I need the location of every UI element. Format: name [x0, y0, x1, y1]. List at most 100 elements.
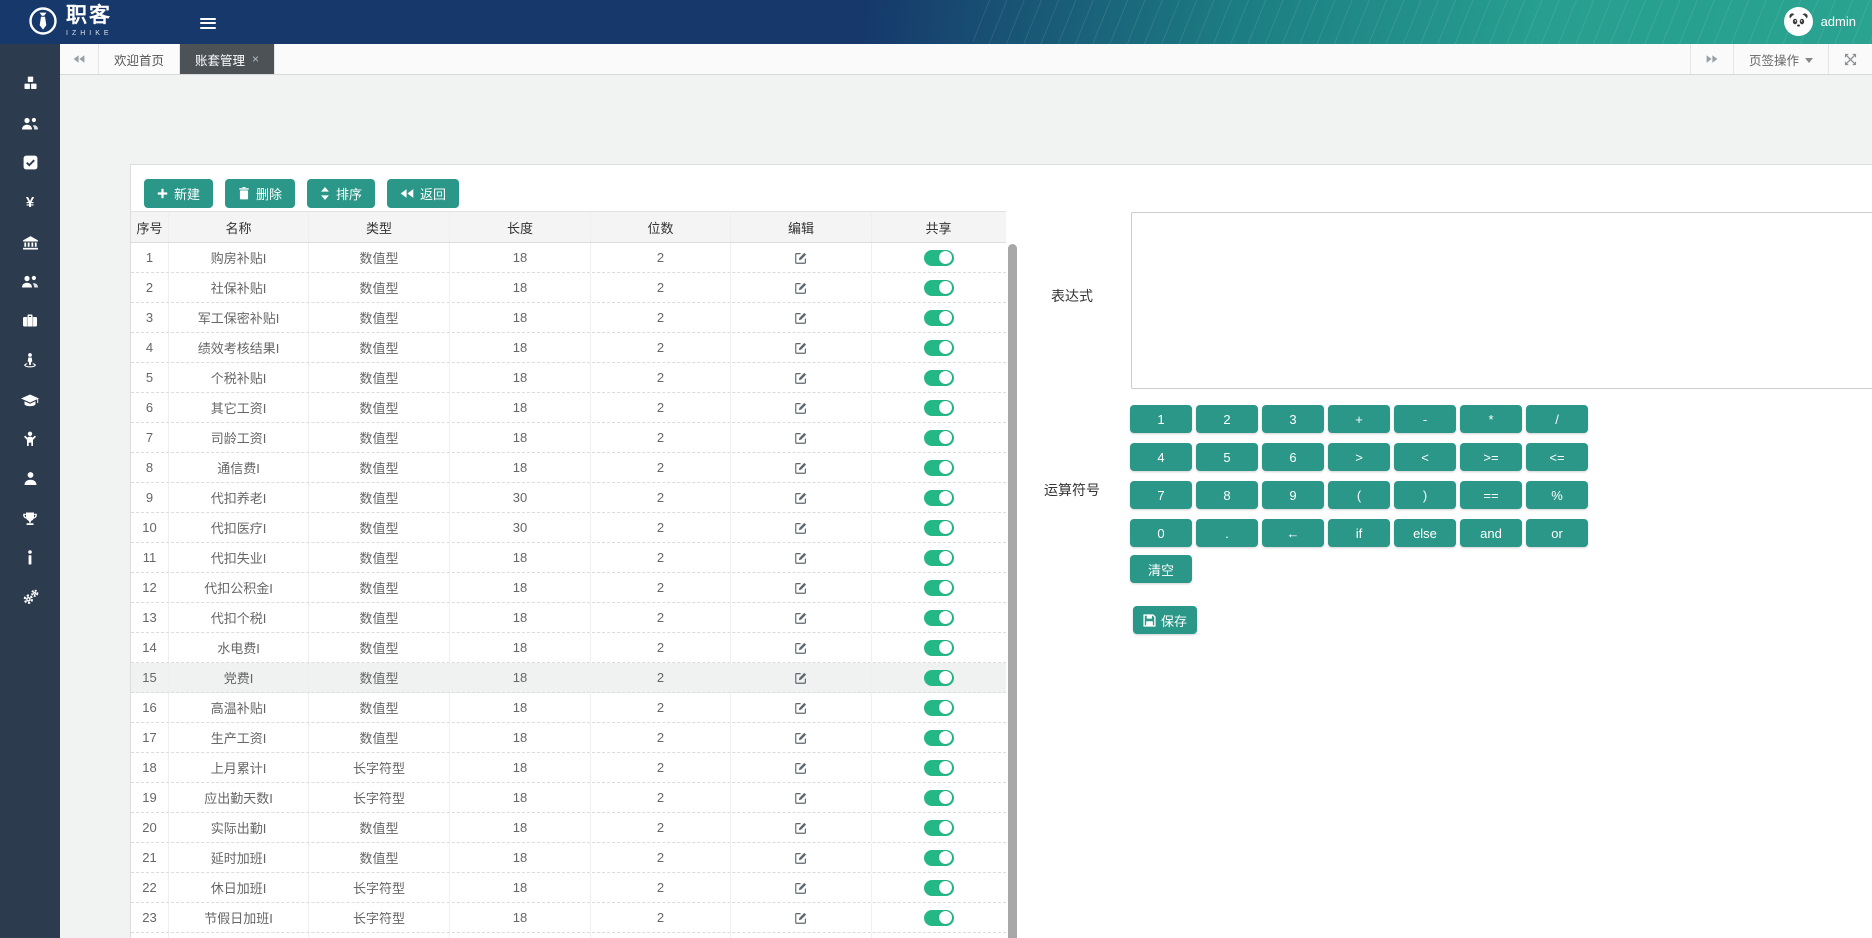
- table-row[interactable]: 9 代扣养老I 数值型 30 2: [131, 483, 1006, 513]
- share-toggle[interactable]: [924, 370, 954, 386]
- edit-row-button[interactable]: [792, 729, 810, 747]
- share-toggle[interactable]: [924, 460, 954, 476]
- share-toggle[interactable]: [924, 880, 954, 896]
- table-row[interactable]: 2 社保补贴I 数值型 18 2: [131, 273, 1006, 303]
- tab-welcome[interactable]: 欢迎首页: [99, 44, 180, 74]
- table-row[interactable]: 14 水电费I 数值型 18 2: [131, 633, 1006, 663]
- share-toggle[interactable]: [924, 820, 954, 836]
- operator-button[interactable]: 1: [1130, 405, 1192, 433]
- user-menu[interactable]: admin: [1784, 7, 1856, 36]
- operator-button[interactable]: +: [1328, 405, 1390, 433]
- edit-row-button[interactable]: [792, 759, 810, 777]
- operator-button[interactable]: 5: [1196, 443, 1258, 471]
- operator-button[interactable]: >=: [1460, 443, 1522, 471]
- table-row[interactable]: 18 上月累计I 长字符型 18 2: [131, 753, 1006, 783]
- edit-row-button[interactable]: [792, 399, 810, 417]
- clear-button[interactable]: 清空: [1130, 555, 1192, 583]
- edit-row-button[interactable]: [792, 669, 810, 687]
- share-toggle[interactable]: [924, 910, 954, 926]
- edit-row-button[interactable]: [792, 489, 810, 507]
- operator-button[interactable]: 4: [1130, 443, 1192, 471]
- operator-button[interactable]: 6: [1262, 443, 1324, 471]
- share-toggle[interactable]: [924, 520, 954, 536]
- edit-row-button[interactable]: [792, 279, 810, 297]
- sidebar-item-2[interactable]: [0, 104, 60, 144]
- edit-row-button[interactable]: [792, 639, 810, 657]
- operator-button[interactable]: -: [1394, 405, 1456, 433]
- tabs-scroll-left-button[interactable]: [60, 44, 99, 74]
- table-row[interactable]: 6 其它工资I 数值型 18 2: [131, 393, 1006, 423]
- share-toggle[interactable]: [924, 610, 954, 626]
- delete-button[interactable]: 删除: [225, 179, 295, 208]
- operator-button[interactable]: >: [1328, 443, 1390, 471]
- operator-button[interactable]: <=: [1526, 443, 1588, 471]
- sidebar-item-4[interactable]: ¥: [0, 183, 60, 223]
- table-row[interactable]: 1 购房补贴I 数值型 18 2: [131, 243, 1006, 273]
- operator-button[interactable]: *: [1460, 405, 1522, 433]
- edit-row-button[interactable]: [792, 519, 810, 537]
- sidebar-item-3[interactable]: [0, 143, 60, 183]
- sidebar-item-12[interactable]: [0, 499, 60, 539]
- edit-row-button[interactable]: [792, 849, 810, 867]
- sidebar-item-10[interactable]: [0, 420, 60, 460]
- operator-button[interactable]: else: [1394, 519, 1456, 547]
- operator-button[interactable]: ←: [1262, 519, 1324, 547]
- sidebar-item-5[interactable]: [0, 222, 60, 262]
- table-row[interactable]: 15 党费I 数值型 18 2: [131, 663, 1006, 693]
- operator-button[interactable]: if: [1328, 519, 1390, 547]
- operator-button[interactable]: 0: [1130, 519, 1192, 547]
- share-toggle[interactable]: [924, 310, 954, 326]
- share-toggle[interactable]: [924, 580, 954, 596]
- operator-button[interactable]: /: [1526, 405, 1588, 433]
- share-toggle[interactable]: [924, 790, 954, 806]
- share-toggle[interactable]: [924, 400, 954, 416]
- operator-button[interactable]: ==: [1460, 481, 1522, 509]
- share-toggle[interactable]: [924, 280, 954, 296]
- edit-row-button[interactable]: [792, 549, 810, 567]
- table-row[interactable]: 19 应出勤天数I 长字符型 18 2: [131, 783, 1006, 813]
- tabs-scroll-right-button[interactable]: [1690, 44, 1733, 74]
- table-row[interactable]: 22 休日加班I 长字符型 18 2: [131, 873, 1006, 903]
- tab-actions-dropdown[interactable]: 页签操作: [1733, 44, 1828, 74]
- edit-row-button[interactable]: [792, 459, 810, 477]
- edit-row-button[interactable]: [792, 909, 810, 927]
- edit-row-button[interactable]: [792, 789, 810, 807]
- table-vertical-scrollbar[interactable]: [1008, 244, 1017, 938]
- share-toggle[interactable]: [924, 340, 954, 356]
- edit-row-button[interactable]: [792, 609, 810, 627]
- share-toggle[interactable]: [924, 250, 954, 266]
- share-toggle[interactable]: [924, 430, 954, 446]
- table-row[interactable]: 24 有薪假I 长字符型 18 2: [131, 933, 1006, 938]
- expression-textarea[interactable]: [1131, 212, 1872, 389]
- edit-row-button[interactable]: [792, 879, 810, 897]
- edit-row-button[interactable]: [792, 249, 810, 267]
- edit-row-button[interactable]: [792, 819, 810, 837]
- table-row[interactable]: 12 代扣公积金I 数值型 18 2: [131, 573, 1006, 603]
- operator-button[interactable]: 2: [1196, 405, 1258, 433]
- sidebar-item-7[interactable]: [0, 301, 60, 341]
- operator-button[interactable]: %: [1526, 481, 1588, 509]
- new-button[interactable]: 新建: [144, 179, 213, 208]
- share-toggle[interactable]: [924, 550, 954, 566]
- share-toggle[interactable]: [924, 670, 954, 686]
- share-toggle[interactable]: [924, 640, 954, 656]
- table-row[interactable]: 7 司龄工资I 数值型 18 2: [131, 423, 1006, 453]
- table-row[interactable]: 17 生产工资I 数值型 18 2: [131, 723, 1006, 753]
- sort-button[interactable]: 排序: [307, 179, 375, 208]
- operator-button[interactable]: 7: [1130, 481, 1192, 509]
- operator-button[interactable]: and: [1460, 519, 1522, 547]
- table-row[interactable]: 23 节假日加班I 长字符型 18 2: [131, 903, 1006, 933]
- operator-button[interactable]: <: [1394, 443, 1456, 471]
- table-row[interactable]: 20 实际出勤I 数值型 18 2: [131, 813, 1006, 843]
- operator-button[interactable]: (: [1328, 481, 1390, 509]
- share-toggle[interactable]: [924, 760, 954, 776]
- sidebar-item-13[interactable]: [0, 538, 60, 578]
- operator-button[interactable]: .: [1196, 519, 1258, 547]
- sidebar-item-11[interactable]: [0, 459, 60, 499]
- sidebar-item-8[interactable]: [0, 341, 60, 381]
- table-row[interactable]: 21 延时加班I 数值型 18 2: [131, 843, 1006, 873]
- table-row[interactable]: 3 军工保密补贴I 数值型 18 2: [131, 303, 1006, 333]
- table-row[interactable]: 11 代扣失业I 数值型 18 2: [131, 543, 1006, 573]
- operator-button[interactable]: ): [1394, 481, 1456, 509]
- edit-row-button[interactable]: [792, 429, 810, 447]
